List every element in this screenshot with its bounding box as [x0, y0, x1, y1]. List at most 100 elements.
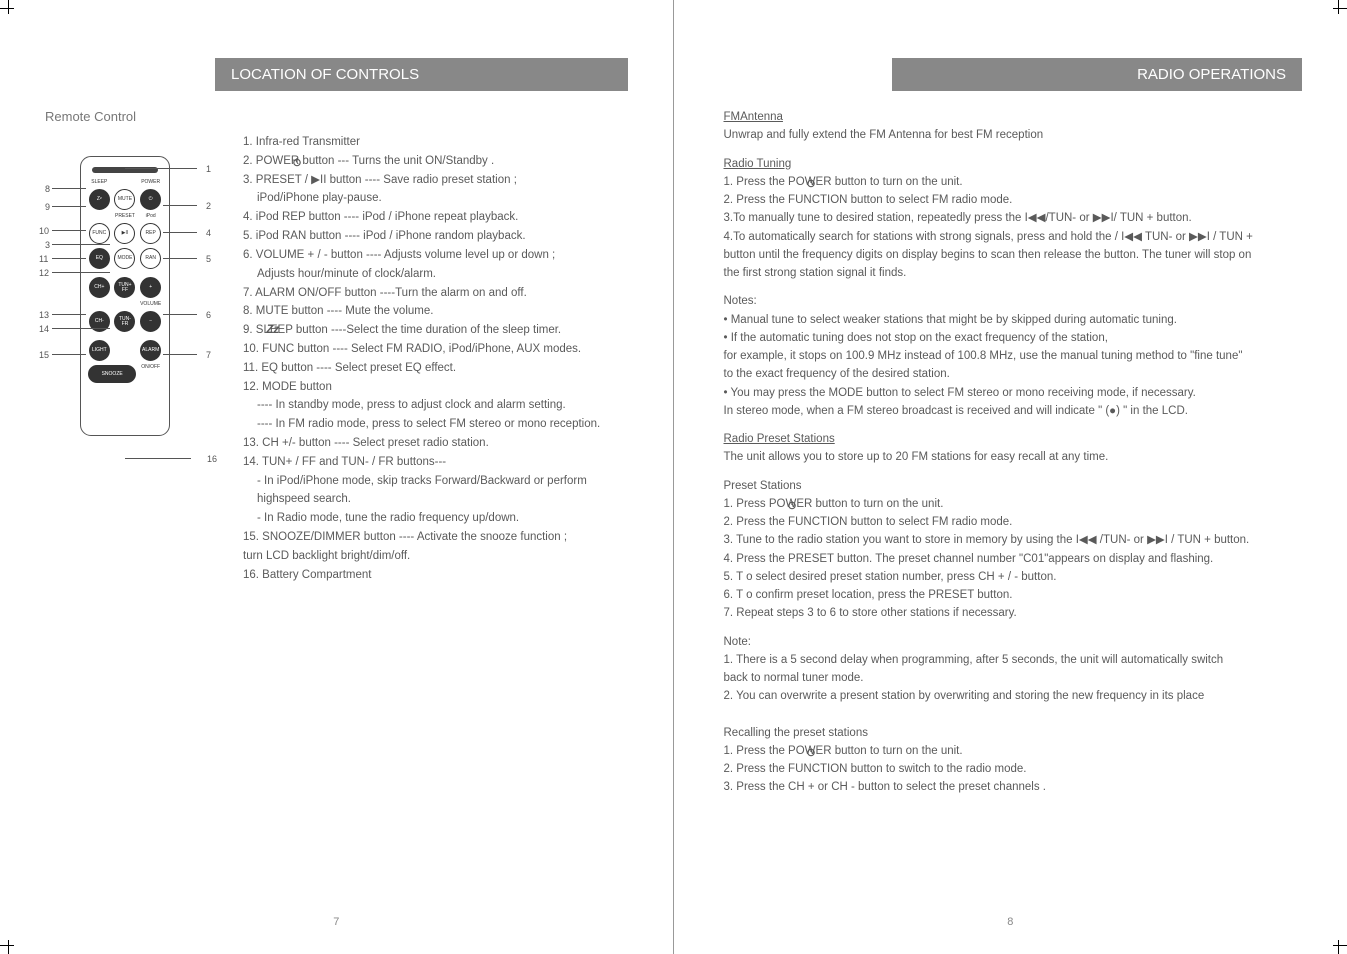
preset-7: 7. Repeat steps 3 to 6 to store other st… [724, 605, 1298, 622]
label-preset: PRESET [114, 214, 137, 219]
notes-heading: Notes: [724, 293, 1298, 310]
remote-control-label: Remote Control [45, 109, 628, 124]
btn-tunplus: TUN+ FF [114, 277, 135, 298]
item-9: 9. SLEEP button ----Select the time dura… [243, 322, 628, 340]
btn-func: FUNC [89, 223, 110, 244]
note2-1b: back to normal tuner mode. [724, 670, 1298, 687]
callout-16: 16 [207, 454, 217, 464]
label-sleep: SLEEP [88, 180, 111, 185]
power-icon [806, 747, 816, 757]
preset-2: 2. Press the FUNCTION button to select F… [724, 514, 1298, 531]
notes-n3a: • You may press the MODE button to selec… [724, 385, 1298, 402]
label-volume: VOLUME [139, 302, 162, 307]
notes-n3b: In stereo mode, when a FM stereo broadca… [724, 403, 1298, 420]
item-12: 12. MODE button [243, 379, 628, 397]
btn-chplus: CH+ [89, 277, 110, 298]
item-13: 13. CH +/- button ---- Select preset rad… [243, 435, 628, 453]
callout-12: 12 [39, 268, 49, 278]
item-12a: ---- In standby mode, press to adjust cl… [243, 397, 628, 415]
page-number-left: 7 [0, 916, 673, 928]
item-2: 2. POWER button --- Turns the unit ON/St… [243, 153, 628, 171]
remote-diagram: SLEEP POWER Zᶻ MUTE ⏻ PRESET iPod FUNC ▶… [45, 134, 205, 586]
remote-body: SLEEP POWER Zᶻ MUTE ⏻ PRESET iPod FUNC ▶… [80, 156, 170, 436]
recall-heading: Recalling the preset stations [724, 725, 1298, 742]
btn-tunminus: TUN- FR [114, 311, 135, 332]
notes-n1: • Manual tune to select weaker stations … [724, 312, 1298, 329]
callout-9: 9 [45, 202, 50, 212]
tuning-2: 2. Press the FUNCTION button to select F… [724, 192, 1298, 209]
preset-3: 3. Tune to the radio station you want to… [724, 532, 1298, 549]
note2-2: 2. You can overwrite a present station b… [724, 688, 1298, 705]
note2-heading: Note: [724, 634, 1298, 651]
page-right: RADIO OPERATIONS FMAntenna Unwrap and fu… [674, 0, 1347, 954]
preset-5: 5. T o select desired preset station num… [724, 569, 1298, 586]
zz-icon: Zᶻ [97, 197, 102, 202]
item-14b: highspeed search. [243, 491, 628, 509]
page-title-left: LOCATION OF CONTROLS [215, 58, 628, 91]
callout-15: 15 [39, 350, 49, 360]
note2-1a: 1. There is a 5 second delay when progra… [724, 652, 1298, 669]
callout-2: 2 [206, 201, 211, 211]
callout-1: 1 [206, 164, 211, 174]
item-15: 15. SNOOZE/DIMMER button ---- Activate t… [243, 529, 628, 547]
notes-n2c: to the exact frequency of the desired st… [724, 366, 1298, 383]
btn-volminus: − [140, 311, 161, 332]
power-icon [292, 157, 302, 167]
item-14c: - In Radio mode, tune the radio frequenc… [243, 510, 628, 528]
btn-alarm: ALARM [140, 340, 161, 361]
tuning-1: 1. Press the POWER button to turn on the… [724, 174, 1298, 191]
btn-mute: MUTE [114, 189, 135, 210]
callout-5: 5 [206, 254, 211, 264]
item-10: 10. FUNC button ---- Select FM RADIO, iP… [243, 341, 628, 359]
item-5: 5. iPod RAN button ---- iPod / iPhone ra… [243, 228, 628, 246]
item-8: 8. MUTE button ---- Mute the volume. [243, 303, 628, 321]
item-1: 1. Infra-red Transmitter [243, 134, 628, 152]
right-content: FMAntenna Unwrap and fully extend the FM… [719, 109, 1303, 797]
tuning-4b: button until the frequency digits on dis… [724, 247, 1298, 264]
btn-rep: REP [140, 223, 161, 244]
power-icon [806, 178, 816, 188]
item-12b: ---- In FM radio mode, press to select F… [243, 416, 628, 434]
item-11: 11. EQ button ---- Select preset EQ effe… [243, 360, 628, 378]
page-number-right: 8 [674, 916, 1347, 928]
notes-n2b: for example, it stops on 100.9 MHz inste… [724, 348, 1298, 365]
preset-heading: Radio Preset Stations [724, 433, 835, 445]
label-onoff: ON/OFF [139, 365, 162, 383]
callout-14: 14 [39, 324, 49, 334]
recall-1: 1. Press the POWER button to turn on the… [724, 743, 1298, 760]
item-4: 4. iPod REP button ---- iPod / iPhone re… [243, 209, 628, 227]
zz-icon: Zz [266, 324, 279, 336]
btn-eq: EQ [89, 248, 110, 269]
item-6b: Adjusts hour/minute of clock/alarm. [243, 266, 628, 284]
preset-6: 6. T o confirm preset location, press th… [724, 587, 1298, 604]
callout-4: 4 [206, 228, 211, 238]
btn-volplus: + [140, 277, 161, 298]
item-14a: - In iPod/iPhone mode, skip tracks Forwa… [243, 473, 628, 491]
item-6: 6. VOLUME + / - button ---- Adjusts volu… [243, 247, 628, 265]
preset-intro: The unit allows you to store up to 20 FM… [724, 449, 1298, 466]
fmantenna-heading: FMAntenna [724, 111, 783, 123]
fmantenna-text: Unwrap and fully extend the FM Antenna f… [724, 127, 1298, 144]
callout-8: 8 [45, 184, 50, 194]
callout-6: 6 [206, 310, 211, 320]
btn-light: LIGHT [89, 340, 110, 361]
page-title-right: RADIO OPERATIONS [892, 58, 1302, 91]
callout-11: 11 [39, 254, 48, 264]
item-7: 7. ALARM ON/OFF button ----Turn the alar… [243, 285, 628, 303]
power-icon [787, 500, 797, 510]
btn-sleep: Zᶻ [89, 189, 110, 210]
preset-4: 4. Press the PRESET button. The preset c… [724, 551, 1298, 568]
preset-1: 1. Press POWER button to turn on the uni… [724, 496, 1298, 513]
recall-2: 2. Press the FUNCTION button to switch t… [724, 761, 1298, 778]
remote-button-grid: SLEEP POWER Zᶻ MUTE ⏻ PRESET iPod FUNC ▶… [81, 179, 169, 384]
left-content: SLEEP POWER Zᶻ MUTE ⏻ PRESET iPod FUNC ▶… [45, 134, 628, 586]
btn-mode: MODE [114, 248, 135, 269]
label-power: POWER [139, 180, 162, 185]
btn-ran: RAN [140, 248, 161, 269]
tuning-4c: the first strong station signal it finds… [724, 265, 1298, 282]
notes-n2a: • If the automatic tuning does not stop … [724, 330, 1298, 347]
tuning-4a: 4.To automatically search for stations w… [724, 229, 1298, 246]
btn-power: ⏻ [140, 189, 161, 210]
item-16: 16. Battery Compartment [243, 567, 628, 585]
btn-playpause: ▶II [114, 223, 135, 244]
